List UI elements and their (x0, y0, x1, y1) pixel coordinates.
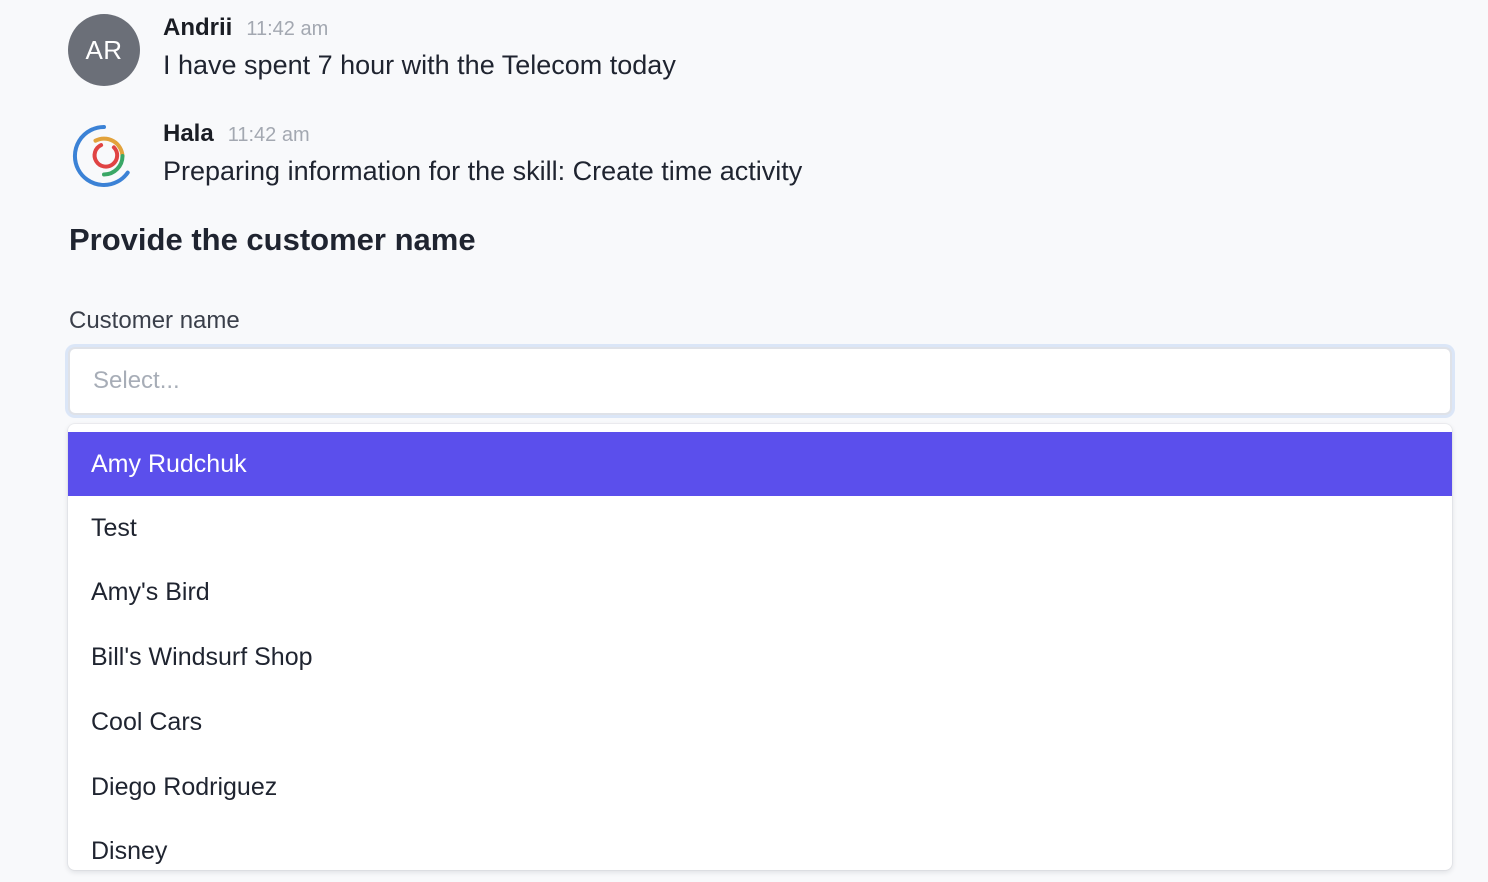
message-text: I have spent 7 hour with the Telecom tod… (163, 50, 676, 80)
form-prompt: Provide the customer name (69, 222, 476, 257)
dropdown-option-disney[interactable]: Disney (68, 819, 1452, 870)
chat-message-hala: Hala 11:42 am Preparing information for … (68, 120, 802, 192)
avatar-andrii: AR (68, 14, 140, 86)
chat-page: AR Andrii 11:42 am I have spent 7 hour w… (0, 0, 1488, 882)
dropdown-option-bills-windsurf-shop[interactable]: Bill's Windsurf Shop (68, 625, 1452, 689)
customer-name-label: Customer name (69, 307, 240, 334)
message-timestamp: 11:42 am (246, 18, 329, 40)
chat-message-andrii: AR Andrii 11:42 am I have spent 7 hour w… (68, 14, 676, 86)
message-header: Andrii 11:42 am (163, 14, 676, 46)
avatar-initials: AR (85, 34, 123, 65)
sender-name: Andrii (163, 14, 233, 41)
message-timestamp: 11:42 am (227, 124, 310, 146)
dropdown-option-amys-bird[interactable]: Amy's Bird (68, 560, 1452, 624)
sender-name: Hala (163, 120, 214, 147)
message-header: Hala 11:42 am (163, 120, 802, 152)
dropdown-option-diego-rodriguez[interactable]: Diego Rodriguez (68, 755, 1452, 819)
message-body: Andrii 11:42 am I have spent 7 hour with… (163, 14, 676, 86)
customer-dropdown-menu: Amy Rudchuk Test Amy's Bird Bill's Winds… (68, 424, 1452, 870)
message-body: Hala 11:42 am Preparing information for … (163, 120, 802, 192)
dropdown-option-test[interactable]: Test (68, 496, 1452, 560)
customer-select-input[interactable] (68, 347, 1452, 415)
dropdown-option-cool-cars[interactable]: Cool Cars (68, 690, 1452, 754)
hala-logo-icon (68, 120, 140, 192)
message-text: Preparing information for the skill: Cre… (163, 156, 803, 186)
dropdown-option-amy-rudchuk[interactable]: Amy Rudchuk (68, 432, 1452, 496)
